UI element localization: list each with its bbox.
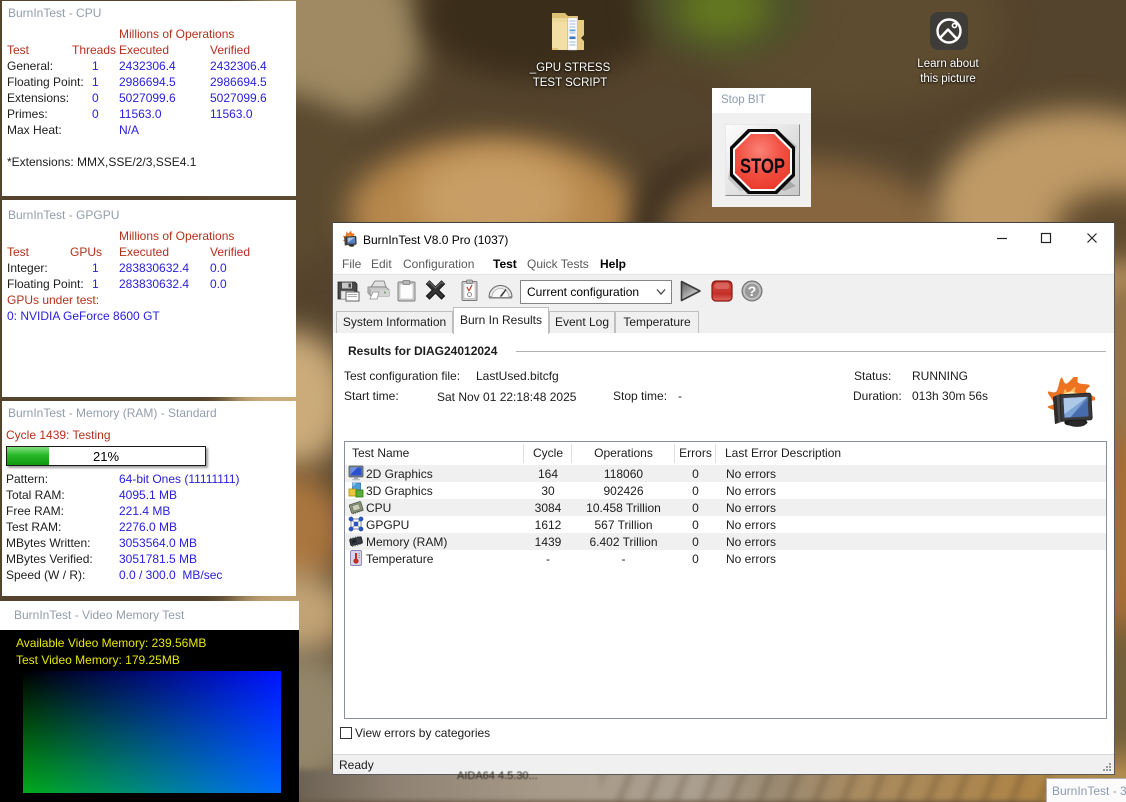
svg-text:STOP: STOP xyxy=(740,155,785,178)
svg-text:?: ? xyxy=(748,283,757,299)
